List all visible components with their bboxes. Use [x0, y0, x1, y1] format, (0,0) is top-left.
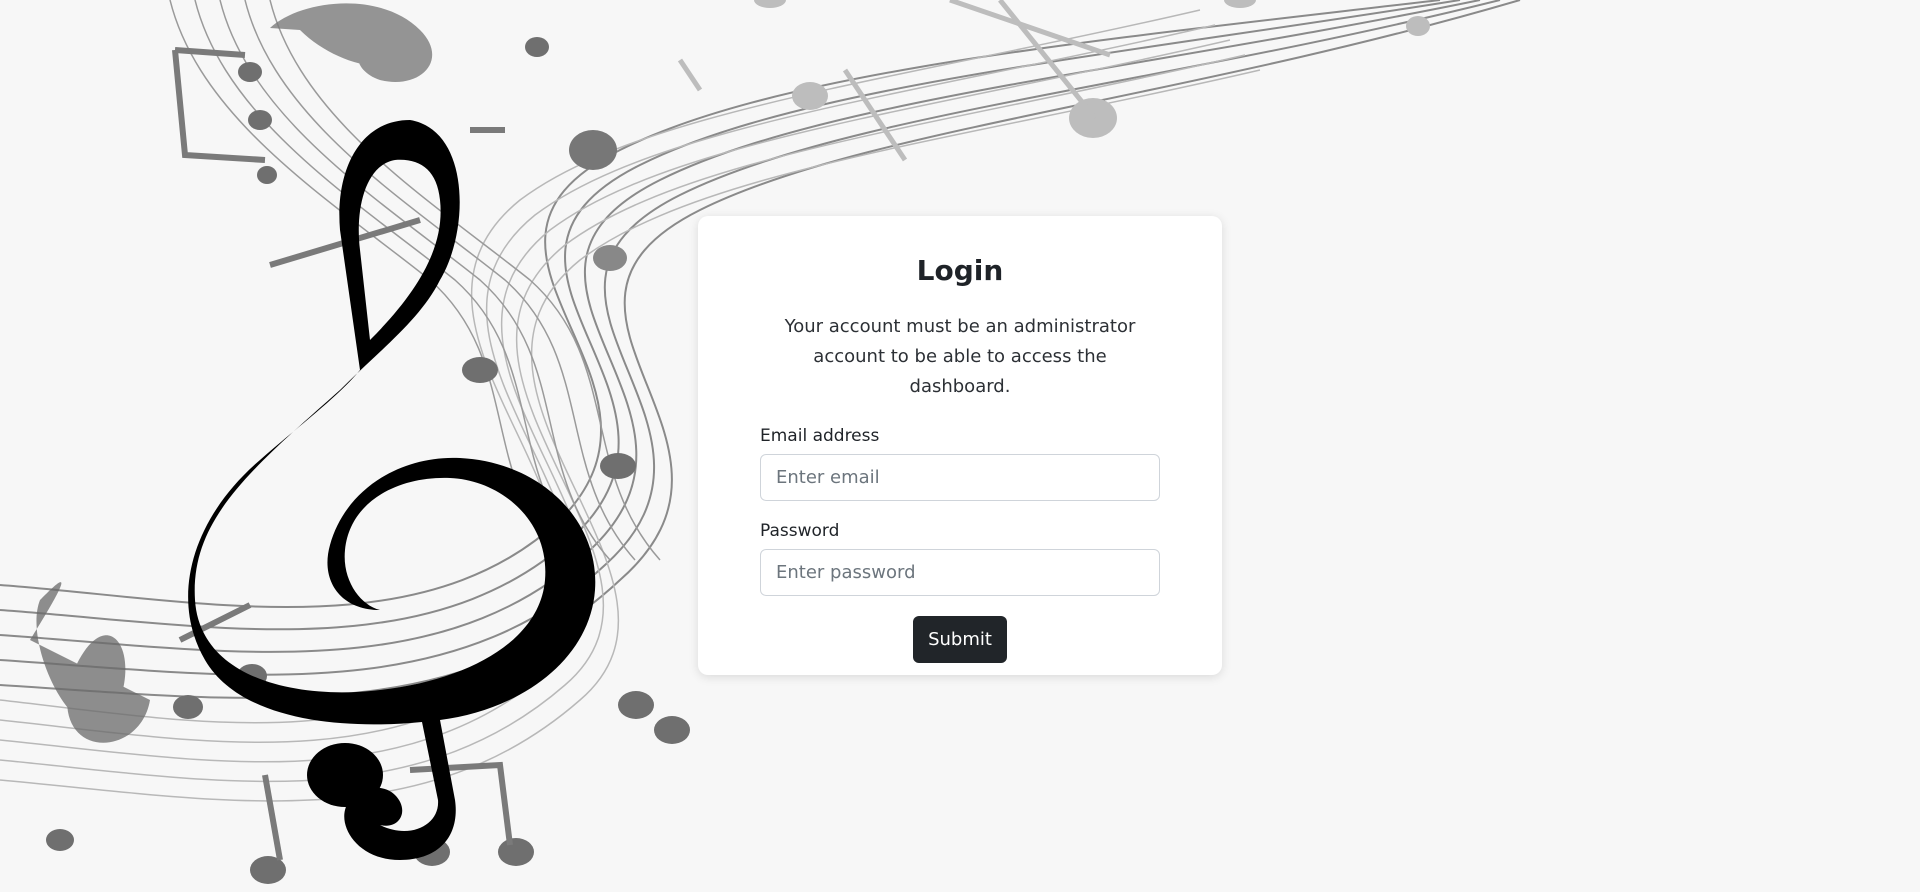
email-input[interactable]: [760, 453, 1160, 501]
login-page: Login Your account must be an administra…: [0, 0, 1920, 892]
form-actions: Submit: [760, 615, 1160, 663]
email-label: Email address: [760, 425, 880, 446]
password-label: Password: [760, 520, 840, 541]
login-card: Login Your account must be an administra…: [698, 216, 1222, 675]
password-input[interactable]: [760, 548, 1160, 596]
login-title: Login: [916, 254, 1004, 287]
email-field-group: Email address: [760, 426, 1160, 501]
submit-button[interactable]: Submit: [913, 615, 1007, 663]
login-description: Your account must be an administrator ac…: [784, 315, 1136, 397]
password-field-group: Password: [760, 521, 1160, 596]
